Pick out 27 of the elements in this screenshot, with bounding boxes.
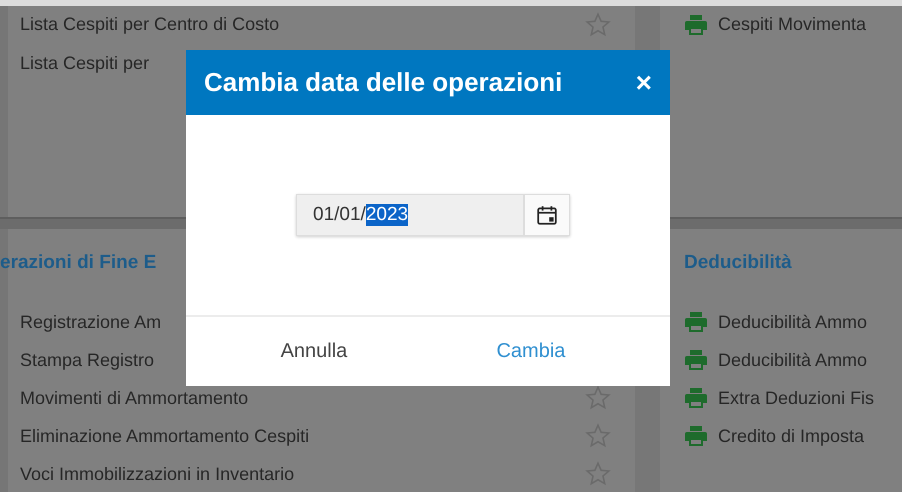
cancel-button[interactable]: Annulla (272, 336, 356, 367)
printer-icon (684, 12, 708, 36)
calendar-icon (536, 204, 558, 226)
report-item[interactable]: Cespiti Movimenta (708, 14, 866, 35)
menu-item[interactable]: Lista Cespiti per Centro di Costo (8, 14, 280, 35)
star-icon[interactable] (585, 385, 611, 411)
report-item[interactable]: Credito di Imposta (708, 426, 864, 446)
menu-item[interactable]: Registrazione Am (8, 312, 162, 332)
report-item[interactable]: Extra Deduzioni Fis (708, 388, 874, 408)
report-item[interactable]: Deducibilità Ammo (708, 350, 868, 370)
menu-item[interactable]: Stampa Registro (8, 350, 154, 370)
calendar-button[interactable] (524, 194, 570, 236)
printer-icon (684, 386, 708, 410)
confirm-button[interactable]: Cambia (488, 336, 574, 367)
section-heading: erazioni di Fine E (0, 251, 158, 275)
menu-item[interactable]: Voci Immobilizzazioni in Inventario (8, 464, 294, 484)
dialog-title: Cambia data delle operazioni (204, 67, 562, 98)
report-item[interactable]: Deducibilità Ammo (708, 312, 868, 332)
menu-item[interactable]: Eliminazione Ammortamento Cespiti (8, 426, 310, 446)
printer-icon (684, 424, 708, 448)
printer-icon (684, 310, 708, 334)
menu-item[interactable]: Movimenti di Ammortamento (8, 388, 248, 408)
date-field[interactable]: 01/01/2023 (296, 194, 524, 236)
printer-icon (684, 348, 708, 372)
menu-item[interactable]: Lista Cespiti per (8, 53, 150, 74)
section-heading: Deducibilità (684, 251, 793, 275)
close-button[interactable]: × (636, 66, 652, 98)
